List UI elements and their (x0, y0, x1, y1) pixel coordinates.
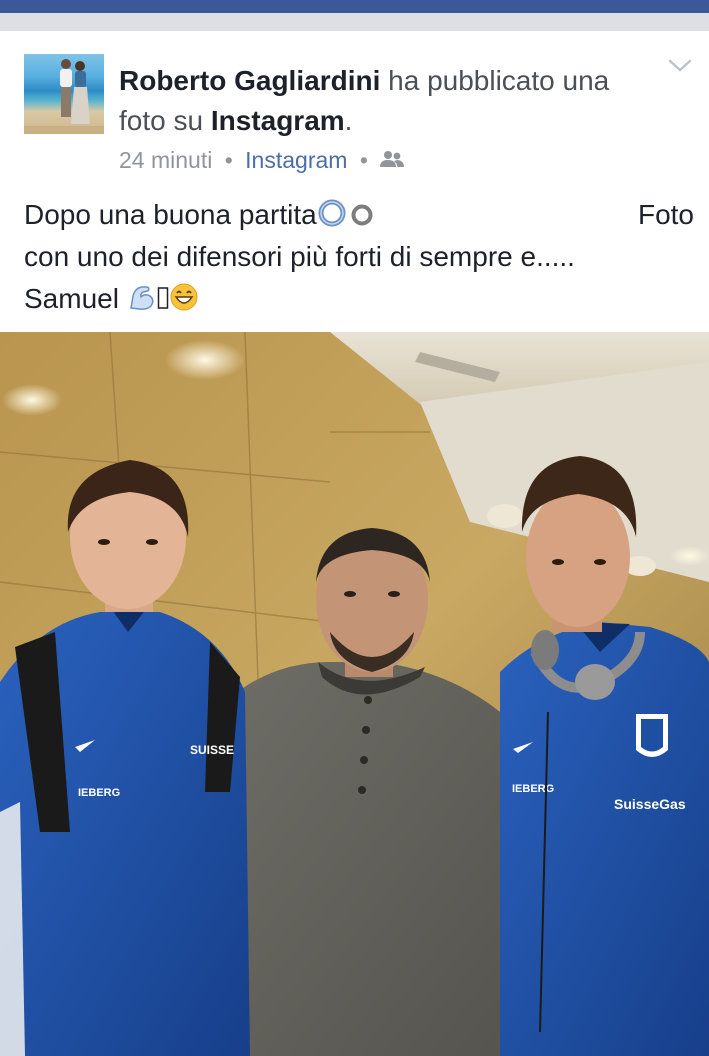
jersey-sponsor-text: SuisseGas (614, 796, 686, 812)
chevron-down-icon[interactable] (667, 56, 693, 76)
post-time[interactable]: 24 minuti (119, 147, 212, 173)
feed-separator (0, 13, 709, 31)
post-text-segment: Samuel (24, 283, 119, 314)
flexed-biceps-emoji (127, 282, 157, 324)
jersey-sleeve-text: IEBERG (78, 787, 120, 799)
grinning-face-emoji (169, 282, 199, 324)
jersey-sponsor-text: SUISSE (190, 743, 234, 757)
avatar[interactable] (24, 54, 104, 134)
missing-glyph (157, 282, 169, 324)
post-text-segment: Foto (637, 199, 694, 230)
post-text-line: con uno dei difensori più forti di sempr… (24, 236, 694, 278)
author-name[interactable]: Roberto Gagliardini (119, 65, 380, 96)
post-meta: 24 minuti • Instagram • (119, 145, 405, 177)
meta-separator: • (224, 147, 233, 173)
post-photo[interactable]: IEBERG SUISSE IEBERG SuisseGas (0, 332, 709, 1056)
post-header: Roberto Gagliardini ha pubblicato una fo… (119, 61, 639, 141)
post-text-line: Dopo una buona partita Foto (24, 194, 694, 236)
post-text: Dopo una buona partita Foto con uno dei … (24, 194, 694, 320)
app-top-bar (0, 0, 709, 13)
friends-icon (380, 147, 405, 177)
post-text-line: Samuel (24, 278, 694, 320)
post-text-segment: con uno dei difensori più forti di sempr… (24, 241, 575, 272)
meta-separator: • (359, 147, 368, 173)
post-text-segment: Dopo una buona partita (24, 199, 317, 230)
blue-ring-emoji (317, 198, 347, 240)
platform-name[interactable]: Instagram (211, 105, 345, 136)
jersey-sleeve-text: IEBERG (512, 783, 554, 795)
post-source[interactable]: Instagram (245, 147, 347, 173)
header-period: . (344, 105, 353, 136)
feed-post-card: Roberto Gagliardini ha pubblicato una fo… (0, 31, 709, 1056)
grey-ring-emoji (349, 198, 375, 240)
